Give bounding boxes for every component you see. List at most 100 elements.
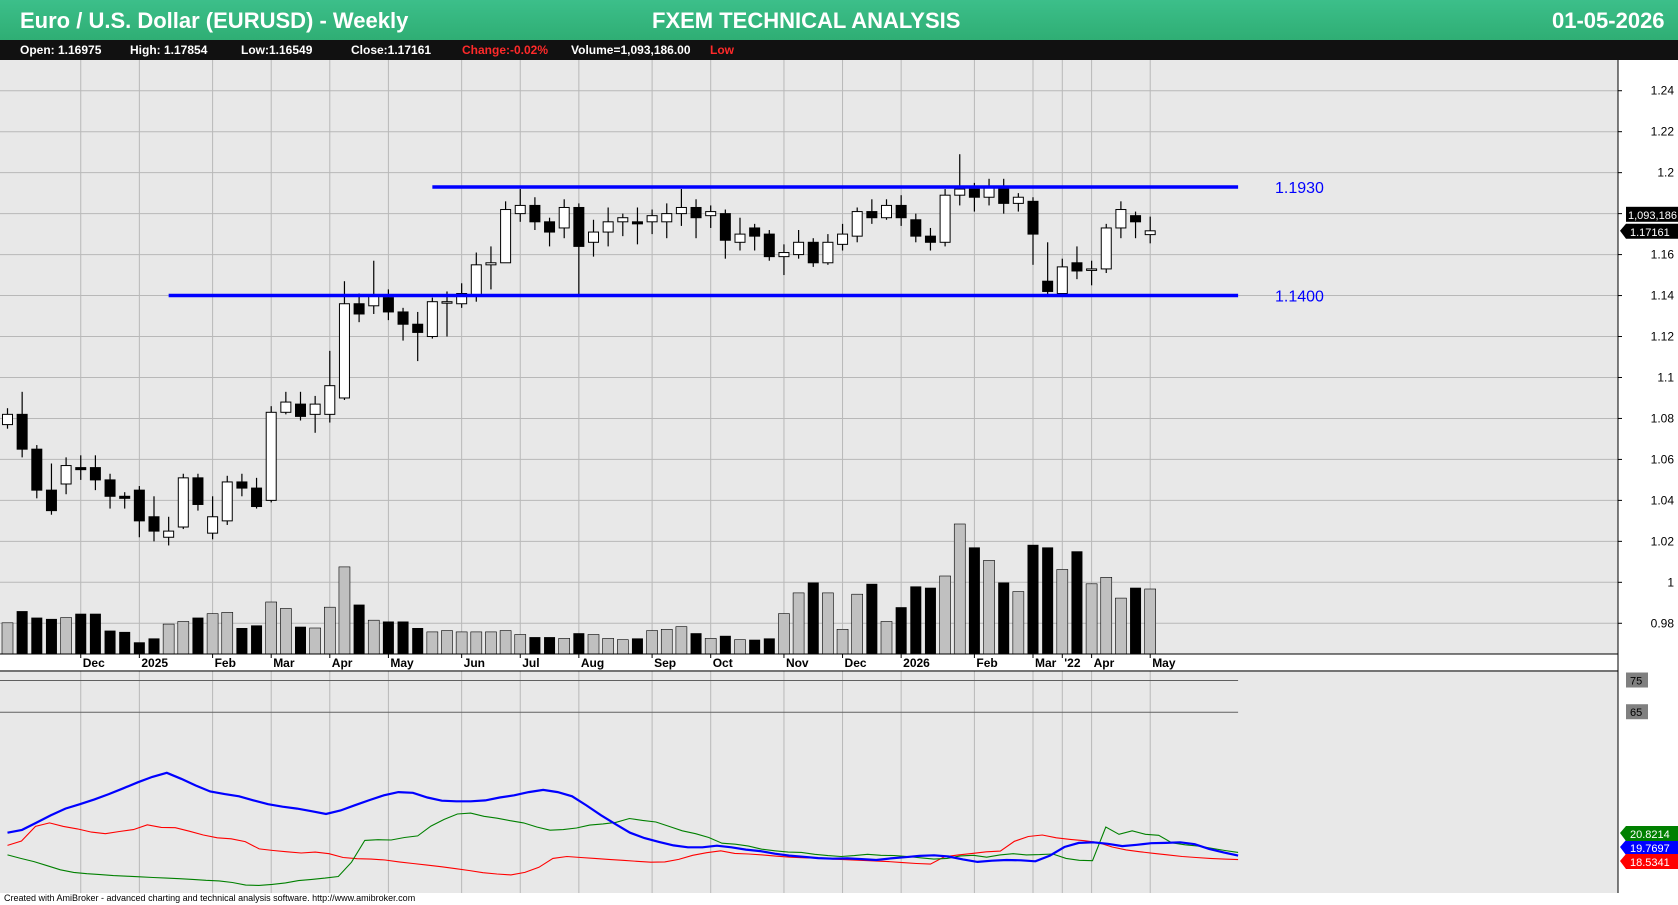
candle <box>763 230 775 261</box>
candle-body <box>338 303 350 399</box>
volume-bar <box>660 628 673 655</box>
candle <box>807 238 819 267</box>
candle-body <box>851 211 863 237</box>
candle-body <box>16 413 28 450</box>
channel-label: 1.1400 <box>1275 289 1324 306</box>
candle-body <box>1086 268 1098 271</box>
volume-bar <box>631 638 643 654</box>
channel-label: 1.1930 <box>1275 180 1324 197</box>
candle-body <box>353 303 365 315</box>
volume-bar <box>880 621 893 655</box>
reference-tag-text: 65 <box>1630 707 1642 719</box>
candle-body <box>631 221 643 225</box>
volume-bar <box>1071 551 1083 654</box>
candle-body <box>207 516 219 534</box>
volume-bar <box>587 634 600 655</box>
x-tick-label: 2026 <box>903 656 930 670</box>
candle-body <box>251 487 263 508</box>
volume-bar <box>251 625 263 654</box>
y-tick-label: 1.22 <box>1651 125 1675 139</box>
candle <box>426 297 438 339</box>
candle-body <box>749 227 761 237</box>
volume-bar <box>778 613 790 655</box>
x-tick-label: Feb <box>215 656 236 670</box>
volume-bar <box>939 575 951 655</box>
volume-bar <box>323 606 336 655</box>
volume-bar <box>910 586 922 654</box>
volume-bar <box>1042 547 1054 654</box>
candle <box>265 406 277 503</box>
volume-tag-text: 1,093,186 <box>1628 210 1677 222</box>
volume-bar <box>514 634 527 655</box>
volume-bar <box>1056 569 1069 655</box>
plus_di-value-tag: 20.8214 <box>1620 826 1678 841</box>
volume-bar <box>119 631 131 654</box>
center-title: FXEM TECHNICAL ANALYSIS <box>652 8 961 33</box>
candle-body <box>221 481 233 522</box>
volume-bar <box>998 582 1010 654</box>
candle-body <box>573 206 585 247</box>
candle-body <box>382 297 394 313</box>
volume-bar <box>1 622 14 655</box>
volume-bar <box>602 638 614 655</box>
volume-bar <box>309 627 321 655</box>
candle-body <box>968 188 980 198</box>
chart-canvas[interactable]: 1.1930 1.1400 Dec 2025 Feb Mar Apr May Jun Jul Au… <box>0 60 1678 893</box>
chart-date: 01-05-2026 <box>1552 8 1665 33</box>
volume-bar <box>89 613 101 654</box>
reference-tag-text: 75 <box>1630 676 1642 688</box>
candle-body <box>602 221 614 233</box>
candle <box>1100 223 1112 274</box>
volume-bar <box>749 639 761 654</box>
volume-bar <box>763 638 775 654</box>
volume-bar <box>221 612 234 655</box>
low-flag: Low <box>710 43 734 57</box>
y-tick-label: 1 <box>1667 575 1674 589</box>
candle-body <box>837 233 849 245</box>
value-tag-text: 20.8214 <box>1630 829 1670 841</box>
volume-bar <box>822 592 834 655</box>
minus_di-value-tag: 18.5341 <box>1620 854 1678 869</box>
candle-body <box>705 211 717 217</box>
adx-value-tag: 19.7697 <box>1620 840 1678 855</box>
volume-bar <box>162 623 175 655</box>
volume-bar <box>16 611 28 654</box>
candle-body <box>397 311 409 325</box>
volume-bar <box>45 618 57 654</box>
candle-body <box>1144 230 1156 236</box>
y-tick-label: 1.02 <box>1651 534 1675 548</box>
candle-body <box>617 217 629 223</box>
x-tick-label: Jun <box>464 656 485 670</box>
candle-body <box>412 323 424 333</box>
candle-body <box>998 186 1010 204</box>
candle-body <box>866 211 878 219</box>
candle-body <box>778 252 790 258</box>
candle-body <box>1130 215 1142 223</box>
candle-body <box>177 477 189 528</box>
candle-body <box>646 215 658 223</box>
candle-body <box>1012 196 1024 204</box>
volume-bar <box>280 608 292 655</box>
candle-body <box>75 467 87 471</box>
value-tag-text: 19.7697 <box>1630 843 1670 855</box>
footer-credit: Created with AmiBroker - advanced charti… <box>4 893 416 903</box>
candle-body <box>265 411 277 501</box>
candle-body <box>500 209 512 264</box>
candle-body <box>690 206 702 219</box>
volume-bar <box>792 592 805 655</box>
volume-bar <box>470 631 483 655</box>
volume-bar <box>646 630 658 655</box>
x-tick-label: Sep <box>654 656 676 670</box>
candle-body <box>793 241 805 256</box>
volume-bar <box>734 639 746 655</box>
candle-body <box>192 477 204 505</box>
title-bar: Euro / U.S. Dollar (EURUSD) - Weekly FXE… <box>0 0 1678 40</box>
x-tick-label: 2025 <box>141 656 168 670</box>
volume-bar <box>544 637 556 654</box>
candle-body <box>954 188 966 196</box>
volume-bar <box>485 631 497 655</box>
volume-value: Volume=1,093,186.00 <box>571 43 691 57</box>
volume-bar <box>60 617 72 655</box>
volume-bar <box>367 619 380 655</box>
candle-body <box>1071 262 1083 272</box>
